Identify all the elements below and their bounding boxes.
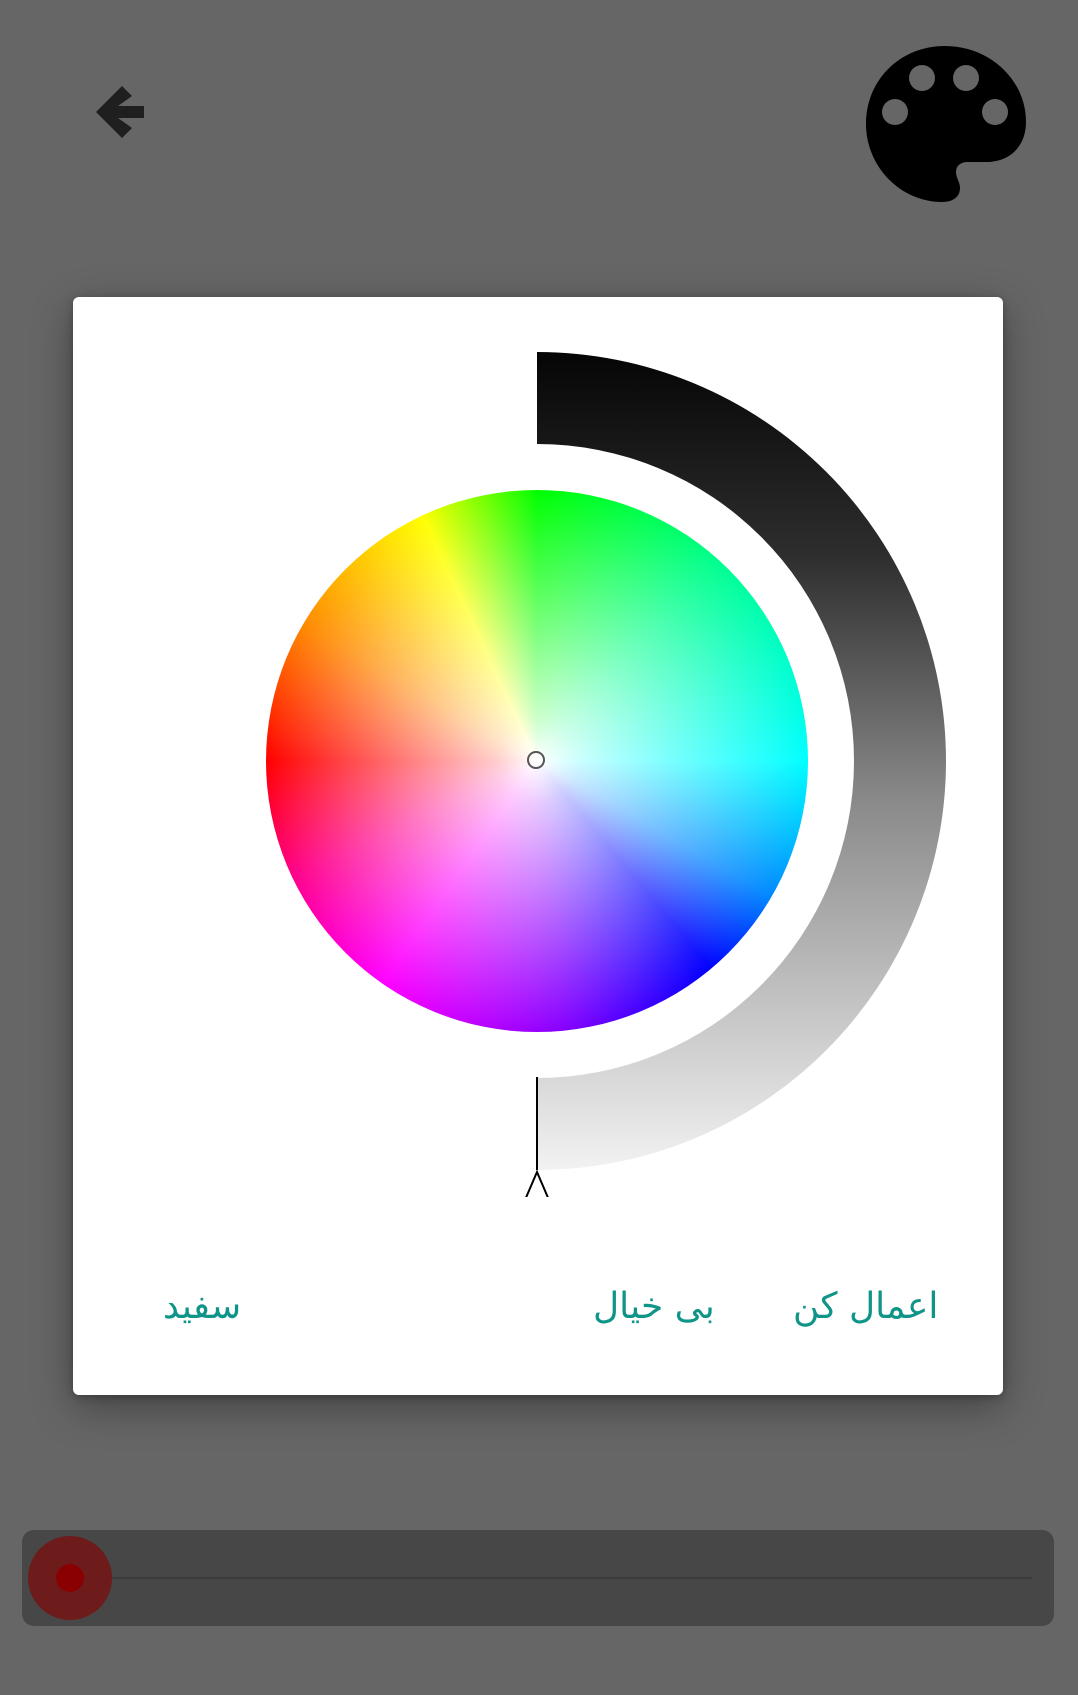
record-dot-icon [56, 1564, 84, 1592]
wheel-selector-handle[interactable] [527, 751, 545, 769]
palette-icon [866, 46, 1026, 202]
triangle-pointer-icon[interactable] [522, 1169, 552, 1197]
record-button[interactable] [28, 1536, 112, 1620]
bottom-track [72, 1577, 1032, 1579]
arrow-left-icon [96, 86, 144, 138]
back-button[interactable] [78, 72, 158, 152]
color-picker-dialog: اعمال کن بی خیال سفید [73, 297, 1003, 1395]
white-button[interactable]: سفید [163, 1272, 241, 1342]
palette-button[interactable] [860, 40, 1030, 210]
bottom-bar [22, 1530, 1054, 1626]
dialog-button-row: اعمال کن بی خیال سفید [73, 1272, 1003, 1342]
cancel-button[interactable]: بی خیال [593, 1272, 715, 1342]
apply-button[interactable]: اعمال کن [793, 1272, 938, 1342]
